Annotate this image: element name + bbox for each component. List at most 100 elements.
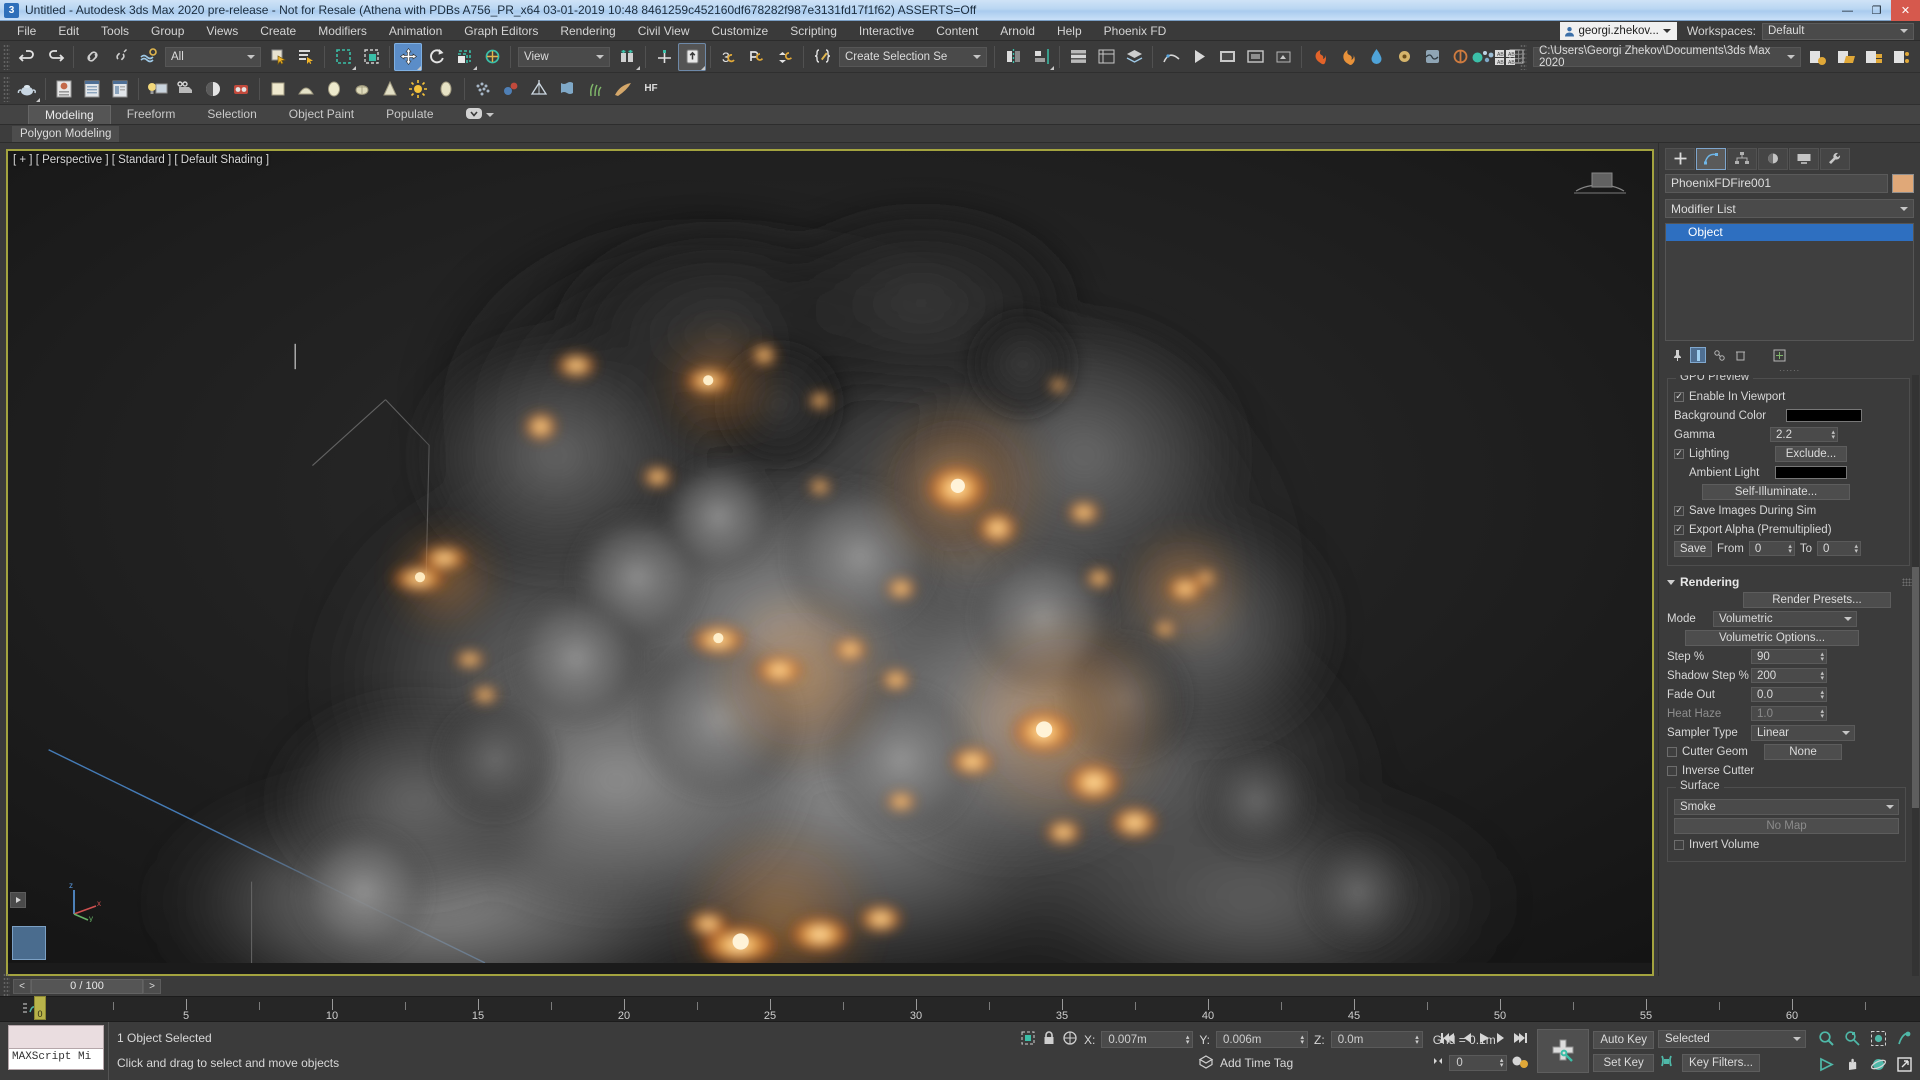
menu-item-tools[interactable]: Tools	[90, 21, 140, 41]
make-unique-icon[interactable]	[1711, 347, 1727, 363]
camera-icon[interactable]	[171, 75, 199, 103]
menu-item-edit[interactable]: Edit	[47, 21, 90, 41]
menu-item-scripting[interactable]: Scripting	[779, 21, 848, 41]
shadow-toggle-icon[interactable]	[199, 75, 227, 103]
menu-item-views[interactable]: Views	[195, 21, 249, 41]
spinner-arrows-icon[interactable]: ▴▾	[1500, 1058, 1504, 1068]
sun-light-icon[interactable]	[404, 75, 432, 103]
set-project-folder-icon[interactable]	[1804, 43, 1832, 71]
ribbon-tab-modeling[interactable]: Modeling	[28, 105, 111, 124]
sphere-primitive-icon[interactable]	[292, 75, 320, 103]
menu-item-modifiers[interactable]: Modifiers	[307, 21, 378, 41]
menu-item-create[interactable]: Create	[249, 21, 307, 41]
enable-in-viewport-checkbox[interactable]: ✓	[1674, 392, 1684, 402]
save-range-button[interactable]: Save	[1674, 541, 1712, 557]
self-illuminate-button[interactable]: Self-Illuminate...	[1702, 484, 1850, 500]
configure-modifier-sets-icon[interactable]	[1771, 347, 1787, 363]
maxscript-output-pane[interactable]	[8, 1025, 104, 1049]
cutter-geom-none-button[interactable]: None	[1764, 744, 1842, 760]
viewport-expand-button[interactable]	[10, 892, 26, 908]
add-time-tag-label[interactable]: Add Time Tag	[1220, 1056, 1293, 1070]
next-key-icon[interactable]	[1494, 1030, 1508, 1049]
toolbar-gripper[interactable]	[3, 76, 10, 102]
project-folder-grid-icon[interactable]: ABABABAB	[1491, 43, 1519, 71]
menu-item-help[interactable]: Help	[1046, 21, 1093, 41]
select-and-move-icon[interactable]	[394, 43, 422, 71]
ribbon-tab-selection[interactable]: Selection	[191, 105, 272, 124]
select-object-icon[interactable]	[264, 43, 292, 71]
layer-manager-panel-icon[interactable]	[106, 75, 134, 103]
sampler-type-select[interactable]: Linear	[1751, 725, 1855, 741]
ribbon-tab-freeform[interactable]: Freeform	[111, 105, 192, 124]
cylinder-primitive-icon[interactable]	[320, 75, 348, 103]
phoenix-source-icon[interactable]	[1390, 43, 1418, 71]
spinner-arrows-icon[interactable]: ▴▾	[1186, 1035, 1190, 1045]
render-setup-icon[interactable]	[1213, 43, 1241, 71]
box-primitive-icon[interactable]	[264, 75, 292, 103]
spinner-arrows-icon[interactable]: ▴▾	[1820, 690, 1824, 700]
key-filters-button[interactable]: Key Filters...	[1682, 1054, 1760, 1072]
shadow-step-pct-spinner[interactable]: 200 ▴▾	[1751, 668, 1827, 683]
export-alpha-checkbox[interactable]: ✓	[1674, 525, 1684, 535]
percent-snap-icon[interactable]	[743, 43, 771, 71]
rectangular-select-region-icon[interactable]	[329, 43, 357, 71]
curve-editor-icon[interactable]	[1157, 43, 1185, 71]
ribbon-tab-populate[interactable]: Populate	[370, 105, 449, 124]
menu-item-rendering[interactable]: Rendering	[549, 21, 626, 41]
bind-space-warp-icon[interactable]	[134, 43, 162, 71]
rendered-frame-window-icon[interactable]	[1241, 43, 1269, 71]
window-crossing-icon[interactable]	[357, 43, 385, 71]
particles-icon[interactable]	[469, 75, 497, 103]
modifier-list-select[interactable]: Modifier List	[1665, 199, 1914, 218]
modifier-stack-item-object[interactable]: Object	[1666, 224, 1913, 241]
maximize-button[interactable]: ❐	[1862, 0, 1891, 21]
hair-and-fur-icon[interactable]	[581, 75, 609, 103]
invert-volume-row[interactable]: Invert Volume	[1674, 836, 1899, 853]
surface-map-button[interactable]: No Map	[1674, 818, 1899, 834]
ribbon-minimize-control[interactable]	[450, 108, 494, 124]
select-and-manipulate-icon[interactable]	[650, 43, 678, 71]
named-selection-sets-input[interactable]: Create Selection Se	[839, 47, 987, 67]
spinner-arrows-icon[interactable]: ▴▾	[1788, 544, 1792, 554]
account-menu[interactable]: georgi.zhekov...	[1560, 22, 1677, 40]
menu-item-customize[interactable]: Customize	[701, 21, 780, 41]
toolbar-gripper[interactable]	[3, 44, 10, 70]
selection-lock-region-icon[interactable]	[1020, 1030, 1036, 1049]
set-key-button[interactable]: Set Key	[1593, 1054, 1654, 1072]
save-images-checkbox[interactable]: ✓	[1674, 506, 1684, 516]
auto-key-button[interactable]: Auto Key	[1593, 1031, 1654, 1049]
layer-explorer-icon[interactable]	[1064, 43, 1092, 71]
frame-readout[interactable]: 0 / 100	[31, 979, 143, 994]
lighting-exclude-button[interactable]: Exclude...	[1775, 446, 1847, 462]
key-frame-field[interactable]: 0 ▴▾	[1449, 1055, 1507, 1071]
layer-manager-icon[interactable]	[1120, 43, 1148, 71]
play-icon[interactable]	[1477, 1030, 1491, 1049]
save-to-spinner[interactable]: 0 ▴▾	[1817, 541, 1861, 556]
current-frame-icon[interactable]	[1431, 1053, 1445, 1072]
hierarchy-tab[interactable]	[1727, 148, 1757, 170]
fade-out-spinner[interactable]: 0.0 ▴▾	[1751, 687, 1827, 702]
teapot-icon[interactable]	[13, 75, 41, 103]
track-bar[interactable]: 0 5 10 15 20 25 30 35 40 45 50 55 60	[0, 996, 1920, 1022]
cutter-geom-checkbox[interactable]	[1667, 747, 1677, 757]
prev-key-icon[interactable]	[1460, 1030, 1474, 1049]
redo-icon[interactable]	[41, 43, 69, 71]
maximize-viewport-icon[interactable]	[1892, 1053, 1916, 1075]
edit-named-selection-sets-icon[interactable]	[808, 43, 836, 71]
spinner-arrows-icon[interactable]: ▴▾	[1415, 1035, 1419, 1045]
workspace-select[interactable]: Default	[1762, 23, 1914, 40]
maxscript-entry-field[interactable]: MAXScript Mi	[8, 1049, 104, 1070]
gamma-spinner[interactable]: 2.2 ▴▾	[1770, 427, 1838, 442]
snaps-toggle-icon[interactable]	[678, 43, 706, 71]
use-pivot-point-center-icon[interactable]	[613, 43, 641, 71]
ambient-light-swatch[interactable]	[1775, 466, 1847, 479]
invert-volume-checkbox[interactable]	[1674, 840, 1684, 850]
rendering-rollout-header[interactable]: Rendering	[1659, 572, 1920, 591]
spinner-arrows-icon[interactable]: ▴▾	[1301, 1035, 1305, 1045]
scene-explorer-icon[interactable]	[1092, 43, 1120, 71]
ribbon-tab-object-paint[interactable]: Object Paint	[273, 105, 370, 124]
zoom-extents-icon[interactable]	[1866, 1027, 1890, 1049]
zoom-all-icon[interactable]	[1840, 1027, 1864, 1049]
y-coordinate-field[interactable]: 0.006m ▴▾	[1216, 1031, 1308, 1048]
command-panel-scrollbar[interactable]	[1912, 375, 1919, 976]
